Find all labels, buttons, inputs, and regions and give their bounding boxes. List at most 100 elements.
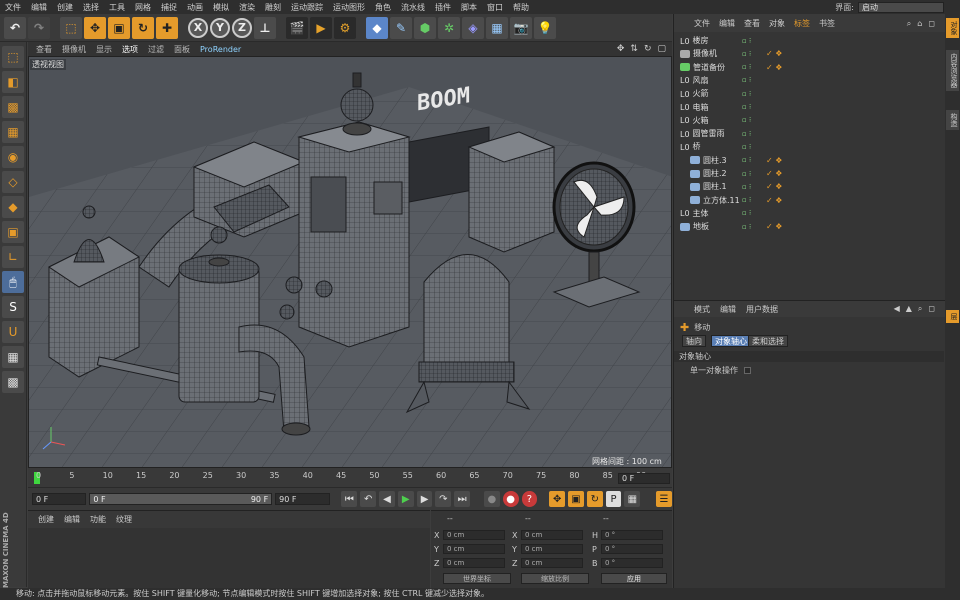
object-name[interactable]: 电箱 <box>693 102 709 113</box>
object-row[interactable]: 圆柱.1 ▫ ⁝ ✓ ❖ <box>674 180 946 193</box>
menu-file[interactable]: 文件 <box>0 2 26 13</box>
world-coordinates-select[interactable]: 世界坐标 <box>443 573 511 584</box>
object-name[interactable]: 火箱 <box>693 115 709 126</box>
object-name[interactable]: 火箭 <box>693 88 709 99</box>
light-icon[interactable]: 💡 <box>534 16 556 39</box>
material-tag-icon[interactable]: ✓ ❖ <box>766 196 782 205</box>
menu-select[interactable]: 选择 <box>78 2 104 13</box>
play-icon[interactable]: ▶ <box>397 491 414 507</box>
workplane-icon[interactable]: ▦ <box>2 121 24 143</box>
render-picture-viewer-icon[interactable]: ▶ <box>310 16 332 39</box>
maximize-viewport-icon[interactable]: ▢ <box>657 44 666 54</box>
single-object-checkbox[interactable] <box>744 367 751 374</box>
cube-icon[interactable]: ◆ <box>366 16 388 39</box>
object-row[interactable]: 圆柱.2 ▫ ⁝ ✓ ❖ <box>674 167 946 180</box>
attr-back-icon[interactable]: ◀ <box>894 304 900 314</box>
material-tag-icon[interactable]: ✓ ❖ <box>766 169 782 178</box>
mat-menu-create[interactable]: 创建 <box>38 514 54 525</box>
tweak-mode-icon[interactable]: 🖱 <box>2 271 24 293</box>
object-name[interactable]: 楼房 <box>693 35 709 46</box>
next-key-icon[interactable]: ↷ <box>435 491 452 507</box>
visibility-dots-icon[interactable]: ▫ ⁝ <box>742 183 751 191</box>
scale-icon[interactable]: ▣ <box>108 16 130 39</box>
visibility-dots-icon[interactable]: ▫ ⁝ <box>742 76 751 84</box>
autokey-icon[interactable]: ● <box>502 491 519 507</box>
tab-axis[interactable]: 轴向 <box>682 335 706 347</box>
menu-mesh[interactable]: 网格 <box>130 2 156 13</box>
object-name[interactable]: 立方体.11 <box>703 195 740 206</box>
coord-size-y-field[interactable]: 0 cm <box>521 544 583 554</box>
mat-menu-texture[interactable]: 纹理 <box>116 514 132 525</box>
start-frame-field[interactable]: 0 F <box>32 493 87 505</box>
object-name[interactable]: 桥 <box>693 141 701 152</box>
coordinate-system-icon[interactable]: ⊥ <box>254 16 276 39</box>
range-slider[interactable]: 0 F 90 F <box>89 493 273 505</box>
prev-frame-icon[interactable]: ◀ <box>379 491 395 507</box>
recent-tool-icon[interactable]: ✚ <box>156 16 178 39</box>
menu-create[interactable]: 创建 <box>52 2 78 13</box>
move-icon[interactable]: ✥ <box>84 16 106 39</box>
make-editable-icon[interactable]: ⬚ <box>2 46 24 68</box>
tab-soft-selection[interactable]: 柔和选择 <box>748 335 788 347</box>
obj-menu-view[interactable]: 查看 <box>744 18 760 29</box>
coord-rot-b-field[interactable]: 0 ° <box>601 558 663 568</box>
object-name[interactable]: 摄像机 <box>693 48 717 59</box>
uv-mode-icon[interactable]: ▣ <box>2 221 24 243</box>
timeline-window-icon[interactable]: ☰ <box>656 491 672 507</box>
polygons-mode-icon[interactable]: ◆ <box>2 196 24 218</box>
points-mode-icon[interactable]: ◉ <box>2 146 24 168</box>
object-name[interactable]: 主体 <box>693 208 709 219</box>
coord-size-z-field[interactable]: 0 cm <box>521 558 583 568</box>
menu-pipeline[interactable]: 流水线 <box>396 2 430 13</box>
pan-icon[interactable]: ✥ <box>617 44 625 54</box>
coord-size-x-field[interactable]: 0 cm <box>521 530 583 540</box>
workplane-grid-icon[interactable]: ▦ <box>2 346 24 368</box>
snap-icon[interactable]: S <box>2 296 24 318</box>
apply-button[interactable]: 应用 <box>601 573 667 584</box>
obj-menu-bookmarks[interactable]: 书签 <box>819 18 835 29</box>
object-row[interactable]: L0 圆管雷雨 ▫ ⁝ <box>674 127 946 140</box>
object-row[interactable]: L0 电箱 ▫ ⁝ <box>674 101 946 114</box>
menu-motion-tracking[interactable]: 运动跟踪 <box>286 2 328 13</box>
viewport-menu-cameras[interactable]: 摄像机 <box>62 44 86 55</box>
side-tab-structure[interactable]: 构造 <box>946 110 959 130</box>
attr-up-icon[interactable]: ▲ <box>906 304 912 314</box>
y-axis-lock-button[interactable]: Y <box>210 17 230 38</box>
menu-help[interactable]: 帮助 <box>508 2 534 13</box>
object-row[interactable]: 圆柱.3 ▫ ⁝ ✓ ❖ <box>674 154 946 167</box>
attr-lock-icon[interactable]: ◻ <box>928 304 935 314</box>
visibility-dots-icon[interactable]: ▫ ⁝ <box>742 209 751 217</box>
key-position-icon[interactable]: ✥ <box>549 491 566 507</box>
visibility-dots-icon[interactable]: ▫ ⁝ <box>742 50 751 58</box>
side-tab-content-browser[interactable]: 内容浏览器 <box>946 50 959 91</box>
material-tag-icon[interactable]: ✓ ❖ <box>766 49 782 58</box>
lock-workplane-icon[interactable]: ▩ <box>2 371 24 393</box>
object-row[interactable]: 立方体.11 ▫ ⁝ ✓ ❖ <box>674 194 946 207</box>
render-settings-icon[interactable]: ⚙ <box>334 16 356 39</box>
redo-icon[interactable]: ↷ <box>28 16 50 39</box>
tab-object-axis[interactable]: 对象轴心 <box>711 335 751 347</box>
viewport-menu-options[interactable]: 选项 <box>122 44 138 55</box>
floor-icon[interactable]: ▦ <box>486 16 508 39</box>
attr-menu-edit[interactable]: 编辑 <box>720 304 736 315</box>
visibility-dots-icon[interactable]: ▫ ⁝ <box>742 130 751 138</box>
camera-icon[interactable]: 📷 <box>510 16 532 39</box>
object-row[interactable]: L0 主体 ▫ ⁝ <box>674 207 946 220</box>
undo-icon[interactable]: ↶ <box>4 16 26 39</box>
menu-script[interactable]: 脚本 <box>456 2 482 13</box>
record-active-icon[interactable]: ● <box>483 491 500 507</box>
menu-character[interactable]: 角色 <box>370 2 396 13</box>
render-view-icon[interactable]: 🎬 <box>286 16 308 39</box>
menu-simulate[interactable]: 模拟 <box>208 2 234 13</box>
object-row[interactable]: L0 风扇 ▫ ⁝ <box>674 74 946 87</box>
menu-plugins[interactable]: 插件 <box>430 2 456 13</box>
texture-mode-icon[interactable]: ▩ <box>2 96 24 118</box>
object-row[interactable]: 管道备份 ▫ ⁝ ✓ ❖ <box>674 61 946 74</box>
visibility-dots-icon[interactable]: ▫ ⁝ <box>742 103 751 111</box>
subdivision-icon[interactable]: ⬢ <box>414 16 436 39</box>
visibility-dots-icon[interactable]: ▫ ⁝ <box>742 37 751 45</box>
viewport-menu-panel[interactable]: 面板 <box>174 44 190 55</box>
perspective-viewport[interactable]: BOOM <box>28 56 672 468</box>
mat-menu-function[interactable]: 功能 <box>90 514 106 525</box>
menu-snap[interactable]: 捕捉 <box>156 2 182 13</box>
